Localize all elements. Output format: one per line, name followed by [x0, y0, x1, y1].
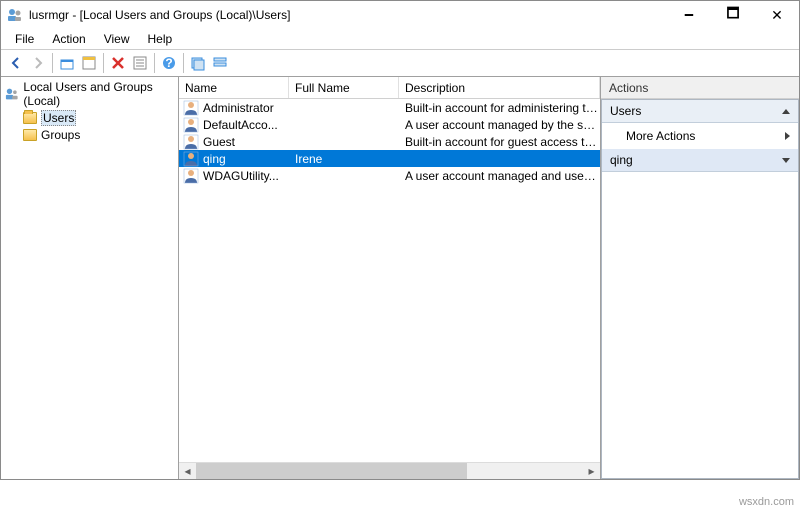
- tree-item-users[interactable]: Users: [23, 109, 176, 127]
- tree-item-groups[interactable]: Groups: [23, 127, 176, 143]
- folder-icon: [23, 112, 37, 124]
- user-row[interactable]: WDAGUtility... A user account managed and…: [179, 167, 600, 184]
- back-button[interactable]: [5, 52, 27, 74]
- user-name-text: Guest: [203, 135, 235, 149]
- forward-button[interactable]: [27, 52, 49, 74]
- chevron-right-icon: [785, 132, 790, 140]
- list-body[interactable]: Administrator Built-in account for admini…: [179, 99, 600, 462]
- actions-link-more[interactable]: More Actions: [602, 123, 798, 149]
- minimize-button[interactable]: 🗕: [667, 1, 711, 29]
- user-name-text: qing: [203, 152, 226, 166]
- window: lusrmgr - [Local Users and Groups (Local…: [0, 0, 800, 480]
- user-row[interactable]: DefaultAcco... A user account managed by …: [179, 116, 600, 133]
- user-name-text: WDAGUtility...: [203, 169, 279, 183]
- tree-children: Users Groups: [3, 109, 176, 143]
- scroll-right-button[interactable]: ▸: [583, 463, 600, 479]
- svg-text:?: ?: [165, 56, 172, 70]
- column-header-name[interactable]: Name: [179, 77, 289, 98]
- actions-section-label: qing: [610, 153, 633, 167]
- cell-description: Built-in account for guest access to the…: [399, 135, 600, 149]
- collapse-icon: [782, 109, 790, 114]
- titlebar: lusrmgr - [Local Users and Groups (Local…: [1, 1, 799, 29]
- menu-action[interactable]: Action: [44, 30, 93, 48]
- window-controls: 🗕 🗖 ✕: [667, 1, 799, 29]
- expand-icon: [782, 158, 790, 163]
- cell-fullname: Irene: [289, 152, 399, 166]
- toolbar-separator: [103, 53, 104, 73]
- actions-section-label: Users: [610, 104, 641, 118]
- cell-description: A user account managed by the system.: [399, 118, 600, 132]
- folder-icon: [23, 129, 37, 141]
- properties-button[interactable]: [78, 52, 100, 74]
- scroll-left-button[interactable]: ◂: [179, 463, 196, 479]
- close-button[interactable]: ✕: [755, 1, 799, 29]
- toolbar: ?: [1, 49, 799, 77]
- user-row[interactable]: Guest Built-in account for guest access t…: [179, 133, 600, 150]
- user-name-text: Administrator: [203, 101, 274, 115]
- user-name-text: DefaultAcco...: [203, 118, 278, 132]
- menu-file[interactable]: File: [7, 30, 42, 48]
- user-row[interactable]: Administrator Built-in account for admini…: [179, 99, 600, 116]
- column-header-description[interactable]: Description: [399, 77, 600, 98]
- up-button[interactable]: [56, 52, 78, 74]
- toolbar-separator: [183, 53, 184, 73]
- user-row[interactable]: qing Irene: [179, 150, 600, 167]
- view-button[interactable]: [209, 52, 231, 74]
- tree-item-label: Groups: [41, 128, 80, 142]
- scroll-track[interactable]: [196, 463, 583, 479]
- export-list-button[interactable]: [129, 52, 151, 74]
- scroll-thumb[interactable]: [196, 463, 467, 479]
- cell-name: Administrator: [179, 100, 289, 116]
- cell-description: A user account managed and used by the s…: [399, 169, 600, 183]
- cell-name: WDAGUtility...: [179, 168, 289, 184]
- list-header-row: Name Full Name Description: [179, 77, 600, 99]
- watermark: wsxdn.com: [739, 496, 794, 508]
- tree-pane[interactable]: Local Users and Groups (Local) Users Gro…: [1, 77, 179, 479]
- users-groups-icon: [5, 86, 19, 102]
- tree-root-label: Local Users and Groups (Local): [23, 80, 176, 108]
- actions-body: Users More Actions qing: [601, 99, 799, 479]
- cell-name: DefaultAcco...: [179, 117, 289, 133]
- horizontal-scrollbar[interactable]: ◂ ▸: [179, 462, 600, 479]
- tree-item-label: Users: [41, 110, 76, 126]
- actions-section-selected[interactable]: qing: [602, 149, 798, 172]
- cell-name: Guest: [179, 134, 289, 150]
- menu-view[interactable]: View: [96, 30, 138, 48]
- actions-link-label: More Actions: [626, 129, 695, 143]
- toolbar-separator: [52, 53, 53, 73]
- maximize-button[interactable]: 🗖: [711, 1, 755, 29]
- actions-section-users[interactable]: Users: [602, 100, 798, 123]
- actions-pane: Actions Users More Actions qing: [601, 77, 799, 479]
- main-area: Local Users and Groups (Local) Users Gro…: [1, 77, 799, 479]
- delete-button[interactable]: [107, 52, 129, 74]
- cell-description: Built-in account for administering the c…: [399, 101, 600, 115]
- actions-header: Actions: [601, 77, 799, 99]
- tree-root[interactable]: Local Users and Groups (Local): [3, 79, 176, 109]
- refresh-button[interactable]: [187, 52, 209, 74]
- app-icon: [7, 7, 23, 23]
- menu-help[interactable]: Help: [140, 30, 181, 48]
- cell-name: qing: [179, 151, 289, 167]
- column-header-fullname[interactable]: Full Name: [289, 77, 399, 98]
- list-pane: Name Full Name Description Administrator…: [179, 77, 601, 479]
- menubar: File Action View Help: [1, 29, 799, 49]
- window-title: lusrmgr - [Local Users and Groups (Local…: [29, 8, 667, 22]
- toolbar-separator: [154, 53, 155, 73]
- help-button[interactable]: ?: [158, 52, 180, 74]
